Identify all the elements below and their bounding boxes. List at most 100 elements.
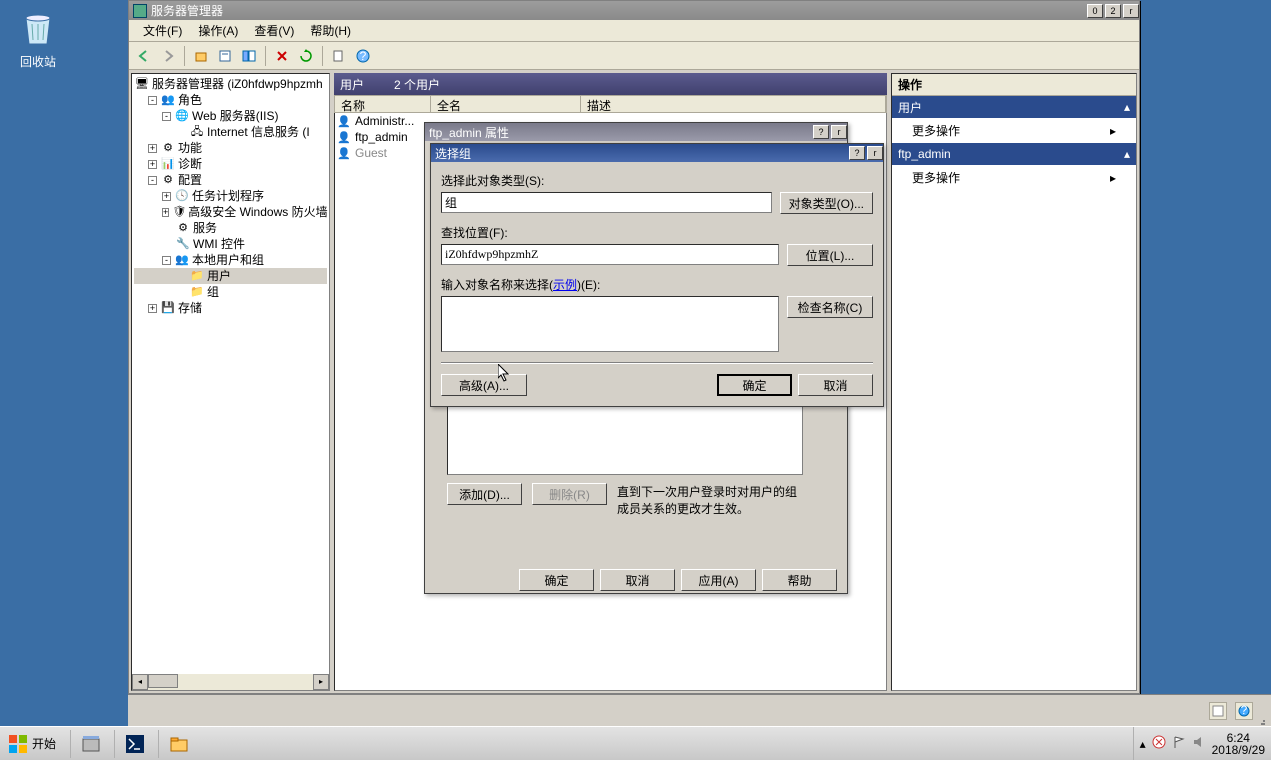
location-field	[441, 244, 779, 265]
properties-titlebar[interactable]: ftp_admin 属性 ? r	[425, 123, 847, 141]
tree-task-sched[interactable]: +🕓任务计划程序	[134, 188, 327, 204]
tree-services[interactable]: ⚙服务	[134, 220, 327, 236]
users-folder-icon: 👥	[174, 253, 190, 267]
close-button[interactable]: r	[1123, 4, 1139, 18]
start-button[interactable]: 开始	[2, 729, 66, 759]
tree-config[interactable]: -⚙配置	[134, 172, 327, 188]
scroll-thumb[interactable]	[148, 674, 178, 688]
tree-local-users[interactable]: -👥本地用户和组	[134, 252, 327, 268]
actions-more-users[interactable]: 更多操作▸	[892, 118, 1136, 143]
task-powershell[interactable]	[114, 730, 154, 758]
list-count: 2 个用户	[394, 76, 440, 93]
features-icon: ⚙	[160, 141, 176, 155]
tree-users[interactable]: 📁用户	[134, 268, 327, 284]
show-hidden-icons[interactable]: ▴	[1140, 737, 1146, 751]
minimize-button[interactable]: 0	[1087, 4, 1103, 18]
tree-root[interactable]: 🖥服务器管理器 (iZ0hfdwp9hpzmh	[134, 76, 327, 92]
expand-icon[interactable]: +	[148, 160, 157, 169]
tree-firewall[interactable]: +🛡高级安全 Windows 防火墙	[134, 204, 327, 220]
collapse-icon[interactable]: -	[148, 96, 157, 105]
status-icon-help[interactable]: ?	[1235, 702, 1253, 720]
forward-button[interactable]	[157, 45, 179, 67]
actions-section-ftpadmin[interactable]: ftp_admin▴	[892, 143, 1136, 165]
menu-help[interactable]: 帮助(H)	[302, 20, 359, 41]
help-button[interactable]: ?	[352, 45, 374, 67]
cancel-button[interactable]: 取消	[600, 569, 675, 591]
chevron-right-icon: ▸	[1110, 171, 1116, 185]
refresh-button[interactable]	[295, 45, 317, 67]
tree-storage[interactable]: +💾存储	[134, 300, 327, 316]
remove-button: 删除(R)	[532, 483, 607, 505]
status-icon-1[interactable]	[1209, 702, 1227, 720]
close-button[interactable]: r	[867, 146, 883, 160]
check-names-button[interactable]: 检查名称(C)	[787, 296, 873, 318]
expand-icon[interactable]: +	[148, 304, 157, 313]
scroll-right-button[interactable]: ▸	[313, 674, 329, 690]
resize-grip[interactable]	[1261, 697, 1265, 725]
collapse-icon[interactable]: -	[148, 176, 157, 185]
expand-icon[interactable]: +	[162, 192, 171, 201]
tree-iis-info[interactable]: 🖧Internet 信息服务 (I	[134, 124, 327, 140]
example-link[interactable]: 示例	[553, 278, 577, 292]
clock-icon: 🕓	[174, 189, 190, 203]
tree-scrollbar-h[interactable]: ◂ ▸	[132, 674, 329, 690]
export-button[interactable]	[328, 45, 350, 67]
cancel-button[interactable]: 取消	[798, 374, 873, 396]
object-type-field	[441, 192, 772, 213]
help-button[interactable]: 帮助	[762, 569, 837, 591]
user-icon: 👤	[337, 130, 351, 144]
clock[interactable]: 6:24 2018/9/29	[1212, 732, 1265, 756]
show-hide-button[interactable]	[238, 45, 260, 67]
apply-button[interactable]: 应用(A)	[681, 569, 756, 591]
advanced-button[interactable]: 高级(A)...	[441, 374, 527, 396]
actions-section-users[interactable]: 用户▴	[892, 96, 1136, 118]
menu-file[interactable]: 文件(F)	[135, 20, 190, 41]
help-button[interactable]: ?	[849, 146, 865, 160]
expand-icon[interactable]: +	[148, 144, 157, 153]
close-button[interactable]: r	[831, 125, 847, 139]
collapse-icon[interactable]: -	[162, 112, 171, 121]
collapse-icon[interactable]: -	[162, 256, 171, 265]
add-button[interactable]: 添加(D)...	[447, 483, 522, 505]
svg-text:?: ?	[1241, 705, 1248, 717]
task-server-manager[interactable]	[70, 730, 110, 758]
menu-action[interactable]: 操作(A)	[190, 20, 246, 41]
tree-web-iis[interactable]: -🌐Web 服务器(IIS)	[134, 108, 327, 124]
restore-button[interactable]: 2	[1105, 4, 1121, 18]
object-types-button[interactable]: 对象类型(O)...	[780, 192, 873, 214]
tray-volume-icon[interactable]	[1192, 735, 1206, 752]
expand-icon[interactable]: +	[162, 208, 169, 217]
tree-wmi[interactable]: 🔧WMI 控件	[134, 236, 327, 252]
object-names-input[interactable]	[441, 296, 779, 352]
help-button[interactable]: ?	[813, 125, 829, 139]
taskbar: 开始 ▴ 6:24 2018/9/29	[0, 726, 1271, 760]
back-button[interactable]	[133, 45, 155, 67]
menu-view[interactable]: 查看(V)	[246, 20, 302, 41]
tree-roles[interactable]: -👥角色	[134, 92, 327, 108]
tray-shield-icon[interactable]	[1152, 735, 1166, 752]
tree-groups[interactable]: 📁组	[134, 284, 327, 300]
member-of-list[interactable]	[447, 395, 803, 475]
delete-button[interactable]	[271, 45, 293, 67]
tree-diagnostics[interactable]: +📊诊断	[134, 156, 327, 172]
tree-features[interactable]: +⚙功能	[134, 140, 327, 156]
ok-button[interactable]: 确定	[717, 374, 792, 396]
col-fullname[interactable]: 全名	[431, 96, 581, 112]
start-label: 开始	[32, 735, 56, 752]
titlebar[interactable]: 服务器管理器 0 2 r	[129, 1, 1139, 20]
col-name[interactable]: 名称	[335, 96, 431, 112]
names-label: 输入对象名称来选择(示例)(E):	[441, 276, 873, 293]
properties-button[interactable]	[214, 45, 236, 67]
actions-more-ftpadmin[interactable]: 更多操作▸	[892, 165, 1136, 190]
select-group-titlebar[interactable]: 选择组 ? r	[431, 144, 883, 162]
recycle-bin-label: 回收站	[14, 53, 62, 70]
col-desc[interactable]: 描述	[581, 96, 886, 112]
tray-flag-icon[interactable]	[1172, 735, 1186, 752]
locations-button[interactable]: 位置(L)...	[787, 244, 873, 266]
recycle-bin[interactable]: 回收站	[14, 8, 62, 70]
scroll-left-button[interactable]: ◂	[132, 674, 148, 690]
up-button[interactable]	[190, 45, 212, 67]
window-title: 服务器管理器	[151, 2, 223, 19]
task-explorer[interactable]	[158, 730, 198, 758]
ok-button[interactable]: 确定	[519, 569, 594, 591]
